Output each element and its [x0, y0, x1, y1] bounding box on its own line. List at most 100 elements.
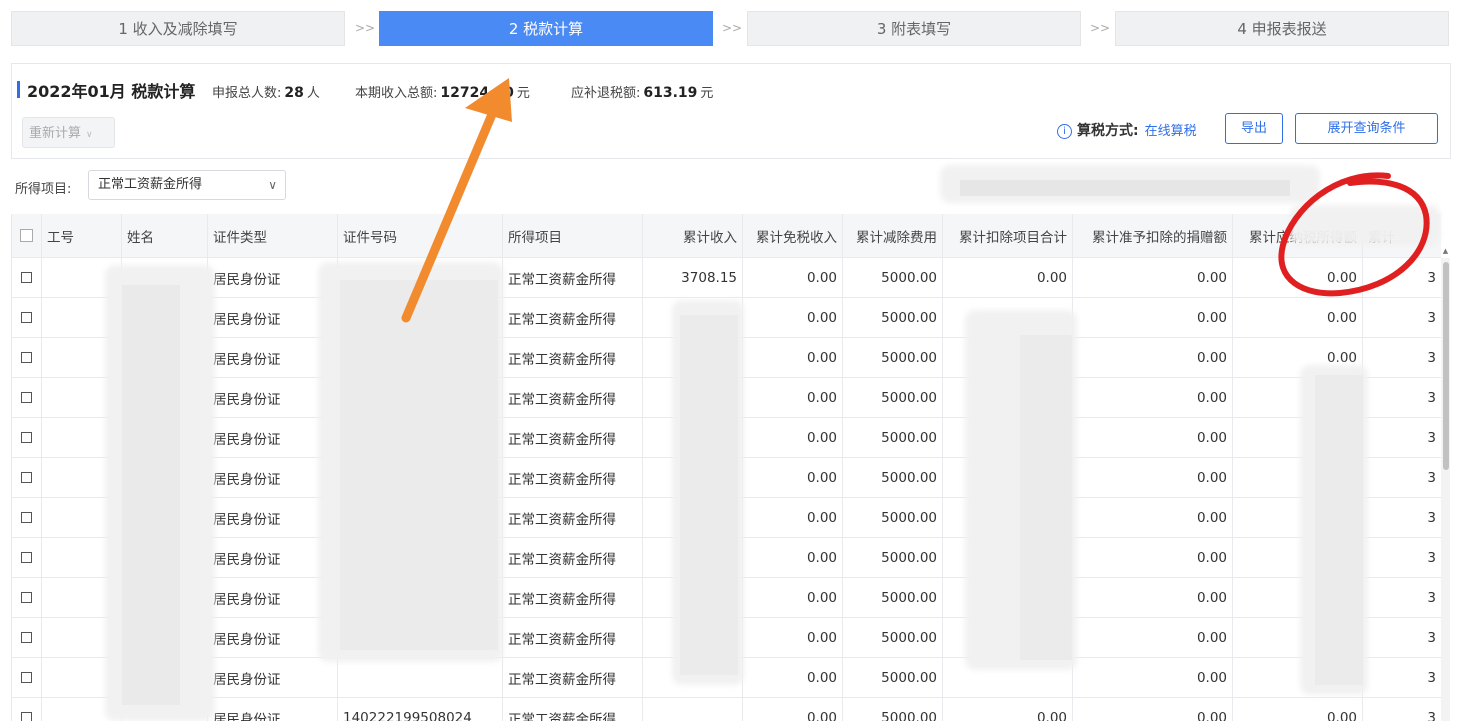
column-header-select[interactable]: [12, 214, 42, 257]
cell-cum-donation: 0.00: [1073, 258, 1233, 297]
cell-cum-tax-free: 0.00: [743, 298, 843, 337]
row-checkbox[interactable]: [21, 512, 32, 523]
cell-id-type: 居民身份证: [208, 658, 338, 697]
cell-income-item: 正常工资薪金所得: [503, 538, 643, 577]
row-checkbox[interactable]: [21, 712, 32, 721]
column-header-id-number: 证件号码: [338, 214, 503, 257]
cell-cum-deduction: 5000.00: [843, 338, 943, 377]
scrollbar-thumb[interactable]: [1443, 262, 1449, 470]
cell-income-item: 正常工资薪金所得: [503, 658, 643, 697]
page-title: 2022年01月 税款计算: [27, 82, 196, 101]
cell-cum-extra: 3: [1363, 498, 1441, 537]
cell-cum-tax-free: 0.00: [743, 538, 843, 577]
cell-id-number: 140222199508024: [338, 698, 503, 721]
cell-cum-deduction: 5000.00: [843, 418, 943, 457]
cell-select[interactable]: [12, 378, 42, 417]
cell-cum-deduction: 5000.00: [843, 658, 943, 697]
cell-income-item: 正常工资薪金所得: [503, 258, 643, 297]
row-checkbox[interactable]: [21, 432, 32, 443]
step-separator: >>: [722, 21, 743, 35]
step-income-entry[interactable]: 1 收入及减除填写: [11, 11, 345, 46]
recalculate-button[interactable]: 重新计算 ∨: [22, 117, 115, 148]
cell-cum-income: 3708.15: [643, 258, 743, 297]
cell-select[interactable]: [12, 658, 42, 697]
row-checkbox[interactable]: [21, 392, 32, 403]
calc-method: i 算税方式: 在线算税: [1057, 120, 1197, 140]
income-item-select[interactable]: 正常工资薪金所得 ∨: [88, 170, 286, 200]
total-people-stat: 申报总人数: 28 人: [212, 85, 320, 101]
export-button[interactable]: 导出: [1225, 113, 1283, 144]
table-row[interactable]: 居民身份证 140222199508024 正常工资薪金所得 0.00 5000.00 0…: [12, 698, 1441, 721]
cell-cum-donation: 0.00: [1073, 658, 1233, 697]
cell-id-type: 居民身份证: [208, 698, 338, 721]
cell-select[interactable]: [12, 338, 42, 377]
cell-cum-donation: 0.00: [1073, 618, 1233, 657]
column-header-cum-deduction: 累计减除费用: [843, 214, 943, 257]
cell-cum-donation: 0.00: [1073, 578, 1233, 617]
cell-cum-deduction: 5000.00: [843, 618, 943, 657]
cell-cum-donation: 0.00: [1073, 538, 1233, 577]
cell-cum-extra: 3: [1363, 258, 1441, 297]
step-report-submit[interactable]: 4 申报表报送: [1115, 11, 1449, 46]
table-row[interactable]: 居民身份证 正常工资薪金所得 3708.15 0.00 5000.00 0.00 0.00 0…: [12, 258, 1441, 298]
cell-cum-extra: 3: [1363, 698, 1441, 721]
row-checkbox[interactable]: [21, 592, 32, 603]
cell-cum-tax-free: 0.00: [743, 618, 843, 657]
cell-cum-taxable: 0.00: [1233, 698, 1363, 721]
cell-cum-tax-free: 0.00: [743, 418, 843, 457]
cell-select[interactable]: [12, 498, 42, 537]
select-all-checkbox[interactable]: [20, 229, 33, 242]
step-tax-calculation[interactable]: 2 税款计算: [379, 11, 713, 46]
cell-cum-deduction: 5000.00: [843, 498, 943, 537]
cell-income-item: 正常工资薪金所得: [503, 458, 643, 497]
info-icon[interactable]: i: [1057, 124, 1072, 139]
cell-cum-tax-free: 0.00: [743, 658, 843, 697]
tax-due-stat: 应补退税额: 613.19 元: [571, 85, 714, 101]
cell-cum-deduct-items: 0.00: [943, 258, 1073, 297]
row-checkbox[interactable]: [21, 672, 32, 683]
row-checkbox[interactable]: [21, 632, 32, 643]
row-checkbox[interactable]: [21, 552, 32, 563]
chevron-down-icon: ∨: [86, 130, 93, 140]
column-header-cum-donation: 累计准予扣除的捐赠额: [1073, 214, 1233, 257]
column-header-cum-income: 累计收入: [643, 214, 743, 257]
cell-select[interactable]: [12, 258, 42, 297]
calc-mode-link[interactable]: 在线算税: [1145, 124, 1197, 139]
cell-income-item: 正常工资薪金所得: [503, 498, 643, 537]
row-checkbox[interactable]: [21, 272, 32, 283]
cell-cum-extra: 3: [1363, 578, 1441, 617]
cell-income-item: 正常工资薪金所得: [503, 298, 643, 337]
cell-select[interactable]: [12, 298, 42, 337]
cell-select[interactable]: [12, 458, 42, 497]
row-checkbox[interactable]: [21, 352, 32, 363]
cell-select[interactable]: [12, 538, 42, 577]
scroll-up-arrow-icon[interactable]: ▲: [1441, 246, 1450, 256]
cell-cum-tax-free: 0.00: [743, 258, 843, 297]
cell-cum-extra: 3: [1363, 378, 1441, 417]
column-header-name: 姓名: [122, 214, 208, 257]
table-header-row: 工号 姓名 证件类型 证件号码 所得项目 累计收入 累计免税收入 累计减除费用 累计扣除项目合计…: [12, 214, 1441, 258]
title-accent-bar: [17, 81, 20, 98]
cell-cum-donation: 0.00: [1073, 298, 1233, 337]
row-checkbox[interactable]: [21, 312, 32, 323]
cell-select[interactable]: [12, 578, 42, 617]
cell-cum-extra: 3: [1363, 298, 1441, 337]
cell-cum-deduct-items: 0.00: [943, 698, 1073, 721]
cell-cum-deduction: 5000.00: [843, 578, 943, 617]
cell-cum-tax-free: 0.00: [743, 498, 843, 537]
row-checkbox[interactable]: [21, 472, 32, 483]
column-header-cum-tax-free: 累计免税收入: [743, 214, 843, 257]
cell-cum-extra: 3: [1363, 658, 1441, 697]
cell-cum-donation: 0.00: [1073, 458, 1233, 497]
step-attachment-entry[interactable]: 3 附表填写: [747, 11, 1081, 46]
cell-cum-extra: 3: [1363, 418, 1441, 457]
column-header-cum-deduct-items: 累计扣除项目合计: [943, 214, 1073, 257]
cell-cum-deduction: 5000.00: [843, 698, 943, 721]
cell-cum-extra: 3: [1363, 618, 1441, 657]
cell-select[interactable]: [12, 618, 42, 657]
expand-query-button[interactable]: 展开查询条件: [1295, 113, 1438, 144]
income-item-filter-label: 所得项目:: [15, 182, 72, 197]
cell-select[interactable]: [12, 698, 42, 721]
cell-select[interactable]: [12, 418, 42, 457]
cell-cum-donation: 0.00: [1073, 698, 1233, 721]
